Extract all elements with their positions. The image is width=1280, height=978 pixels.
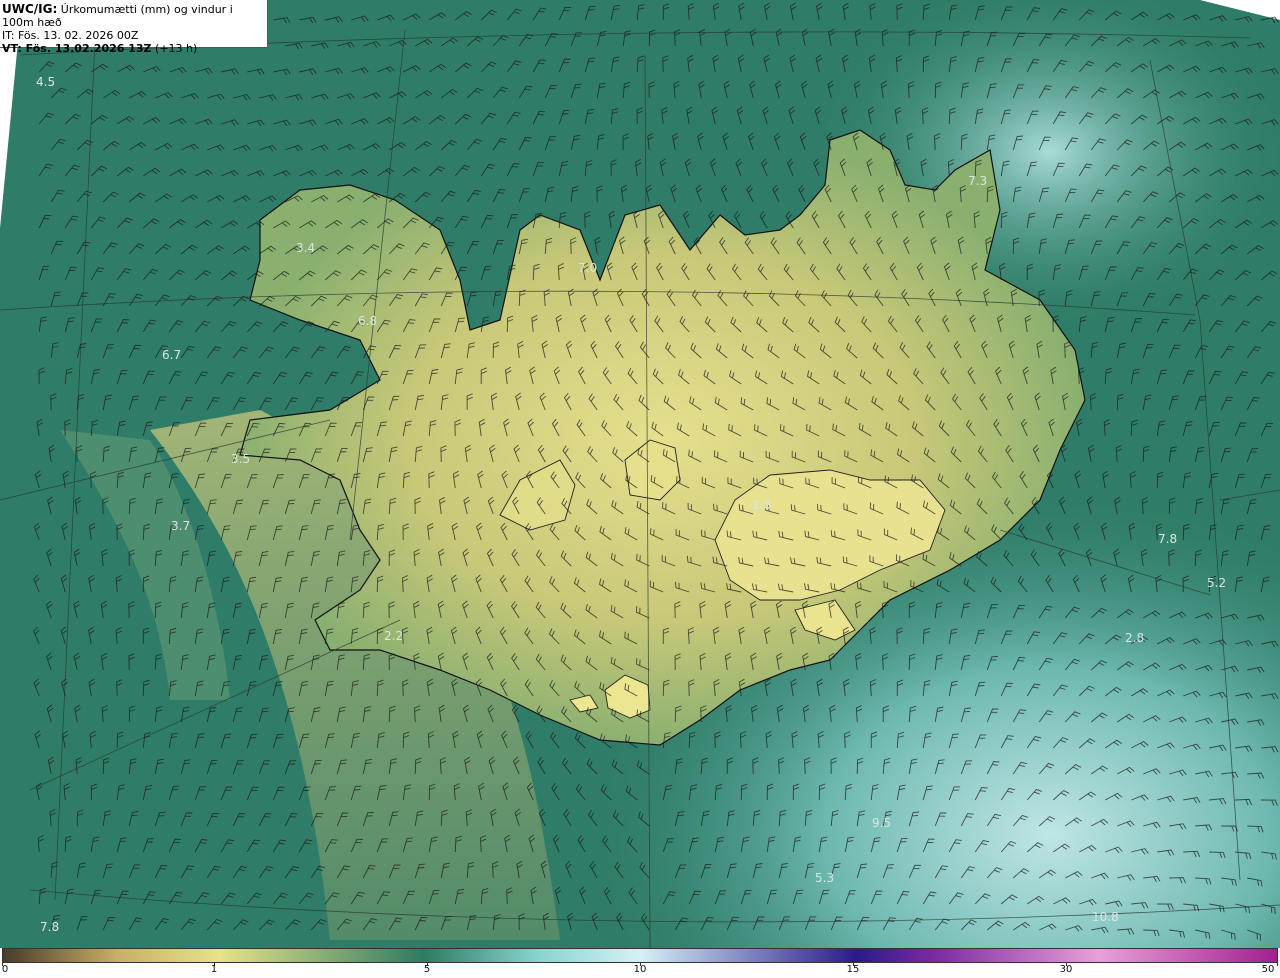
map-info-box: UWC/IG: Úrkomumætti (mm) og vindur i 100… (0, 0, 268, 55)
value-label: 2.8 (1125, 631, 1144, 645)
value-label: 5.2 (1207, 576, 1226, 590)
value-label: 1.0 (752, 498, 771, 512)
value-label: 9.5 (872, 816, 891, 830)
precipitation-wind-map: 4.5 7.3 3.4 7.0 6.7 6.8 3.5 3.7 1.0 7.8 … (0, 0, 1280, 948)
value-label: 7.8 (40, 920, 59, 934)
colorbar-tick: 0 (1, 964, 9, 975)
colorbar-tick: 5 (423, 964, 431, 975)
value-label: 3.4 (296, 241, 315, 255)
value-label: 3.7 (171, 519, 190, 533)
value-label: 2.2 (384, 629, 403, 643)
value-label: 10.8 (1092, 910, 1119, 924)
model-label: UWC/IG: (2, 2, 58, 16)
init-time: IT: Fös. 13. 02. 2026 00Z (2, 29, 139, 42)
value-label: 5.3 (815, 871, 834, 885)
colorbar-tick: 10 (633, 964, 647, 975)
colorbar-tick: 1 (210, 964, 218, 975)
value-label: 7.3 (968, 174, 987, 188)
value-label: 7.8 (1158, 532, 1177, 546)
lead-time: (+13 h) (155, 42, 198, 55)
colorbar-strip (2, 948, 1278, 963)
value-label: 6.7 (162, 348, 181, 362)
value-label: 7.0 (578, 261, 597, 275)
colorbar-tick: 15 (846, 964, 860, 975)
value-label: 6.8 (358, 314, 377, 328)
valid-time: VT: Fös. 13.02.2026 13Z (2, 42, 152, 55)
value-label: 4.5 (36, 75, 55, 89)
colorbar-tick: 50 (1261, 964, 1275, 975)
colorbar: 0 1 5 10 15 30 50 (0, 948, 1280, 978)
colorbar-tick: 30 (1059, 964, 1073, 975)
value-label: 3.5 (231, 452, 250, 466)
